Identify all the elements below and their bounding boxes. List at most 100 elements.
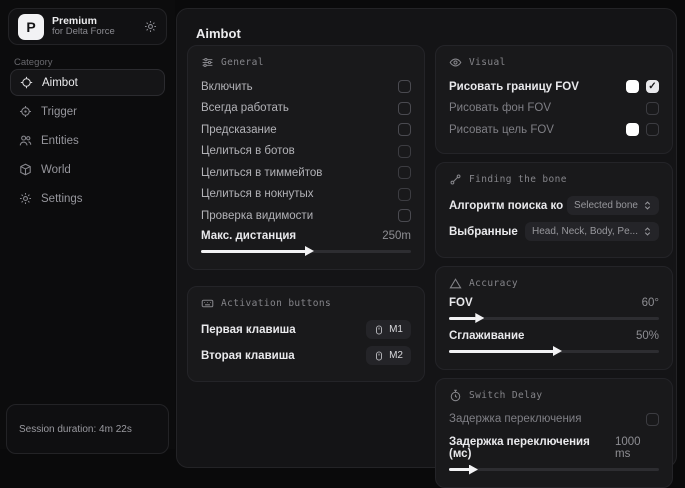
color-swatch[interactable] (626, 123, 639, 136)
selected-bones-select[interactable]: Head, Neck, Body, Pe... (525, 222, 659, 241)
setting-row: Первая клавиша M1 (201, 317, 411, 343)
entities-icon (19, 134, 32, 147)
slider-label: FOV (449, 297, 473, 309)
setting-label: Вторая клавиша (201, 350, 295, 362)
checkbox[interactable]: ✓ (646, 80, 659, 93)
section-title: Switch Delay (469, 390, 542, 401)
slider-thumb[interactable] (475, 313, 484, 323)
bone-algorithm-select[interactable]: Selected bone (567, 196, 659, 215)
visual-card: Visual Рисовать границу FOV ✓ Рисовать ф… (435, 45, 673, 154)
session-duration: Session duration: 4m 22s (19, 424, 132, 435)
switch-delay-card: Switch Delay Задержка переключения Задер… (435, 378, 673, 488)
slider-track[interactable] (449, 350, 659, 353)
slider-value: 250m (382, 230, 411, 242)
setting-row: Предсказание (201, 119, 411, 141)
slider-label: Задержка переключения (мс) (449, 436, 615, 460)
session-box: Session duration: 4m 22s (6, 404, 169, 454)
crosshair-icon (20, 76, 33, 89)
slider-thumb[interactable] (305, 246, 314, 256)
smoothing-slider: Сглаживание 50% (449, 330, 659, 353)
setting-row: Рисовать границу FOV ✓ (449, 76, 659, 98)
setting-row: Целиться в ботов (201, 141, 411, 163)
section-title: Finding the bone (469, 174, 567, 185)
page-title: Aimbot (196, 26, 241, 41)
slider-track[interactable] (449, 468, 659, 471)
checkbox[interactable] (398, 188, 411, 201)
activation-buttons-card: Activation buttons Первая клавиша M1 Вто… (187, 286, 425, 382)
sidebar-item-label: World (41, 164, 71, 176)
checkbox[interactable] (398, 145, 411, 158)
setting-label: Задержка переключения (449, 413, 581, 425)
finding-bone-card: Finding the bone Алгоритм поиска кост Se… (435, 162, 673, 258)
setting-label: Первая клавиша (201, 324, 296, 336)
setting-label: Алгоритм поиска кост (449, 200, 563, 212)
checkbox[interactable] (398, 102, 411, 115)
mouse-icon (374, 351, 384, 361)
keybind-button-2[interactable]: M2 (366, 346, 411, 365)
visual-eye-icon (449, 56, 462, 69)
brand-box: P Premium for Delta Force (8, 8, 167, 45)
setting-row: Алгоритм поиска кост Selected bone (449, 193, 659, 219)
sidebar-item-aimbot[interactable]: Aimbot (10, 69, 165, 96)
trigger-icon (19, 105, 32, 118)
checkbox[interactable] (398, 80, 411, 93)
setting-row: Проверка видимости (201, 205, 411, 227)
color-swatch[interactable] (626, 80, 639, 93)
keyboard-icon (201, 297, 214, 310)
checkbox[interactable] (398, 123, 411, 136)
sidebar-item-label: Settings (41, 193, 83, 205)
setting-label: Целиться в ботов (201, 145, 295, 157)
left-column: General Включить Всегда работать Предска… (187, 45, 425, 382)
sidebar-item-settings[interactable]: Settings (10, 185, 165, 212)
setting-row: Рисовать цель FOV (449, 119, 659, 141)
slider-value: 1000 ms (615, 436, 659, 460)
unfold-icon (643, 227, 652, 236)
setting-label: Выбранные кос (449, 226, 521, 238)
fov-slider: FOV 60° (449, 297, 659, 320)
setting-label: Целиться в тиммейтов (201, 167, 322, 179)
setting-label: Рисовать фон FOV (449, 102, 551, 114)
sidebar-nav: Aimbot Trigger Entities (10, 69, 165, 214)
setting-row: Задержка переключения (449, 409, 659, 431)
slider-label: Сглаживание (449, 330, 524, 342)
setting-row: Включить (201, 76, 411, 98)
setting-row: Целиться в тиммейтов (201, 162, 411, 184)
setting-row: Выбранные кос Head, Neck, Body, Pe... (449, 219, 659, 245)
sidebar-item-label: Entities (41, 135, 79, 147)
right-column: Visual Рисовать границу FOV ✓ Рисовать ф… (435, 45, 673, 488)
checkbox[interactable] (398, 166, 411, 179)
sidebar-item-world[interactable]: World (10, 156, 165, 183)
accuracy-card: Accuracy FOV 60° Сглаживание 50% (435, 266, 673, 370)
settings-gear-icon (19, 192, 32, 205)
checkbox[interactable] (646, 413, 659, 426)
stopwatch-icon (449, 389, 462, 402)
slider-label: Макс. дистанция (201, 230, 296, 242)
brand-logo: P (18, 14, 44, 40)
setting-row: Целиться в нокнутых (201, 184, 411, 206)
select-value: Head, Neck, Body, Pe... (532, 226, 638, 237)
mouse-icon (374, 325, 384, 335)
sidebar-item-trigger[interactable]: Trigger (10, 98, 165, 125)
sidebar-item-entities[interactable]: Entities (10, 127, 165, 154)
slider-track[interactable] (201, 250, 411, 253)
keybind-button-1[interactable]: M1 (366, 320, 411, 339)
keybind-value: M1 (389, 324, 403, 335)
slider-thumb[interactable] (469, 465, 478, 475)
slider-thumb[interactable] (553, 346, 562, 356)
setting-label: Рисовать цель FOV (449, 124, 554, 136)
gear-icon[interactable] (144, 20, 157, 33)
select-value: Selected bone (574, 200, 638, 211)
world-icon (19, 163, 32, 176)
brand-subtitle: for Delta Force (52, 27, 136, 38)
checkbox[interactable] (398, 209, 411, 222)
setting-row: Вторая клавиша M2 (201, 343, 411, 369)
checkbox[interactable] (646, 123, 659, 136)
unfold-icon (643, 201, 652, 210)
general-card: General Включить Всегда работать Предска… (187, 45, 425, 270)
checkbox[interactable] (646, 102, 659, 115)
max-distance-slider: Макс. дистанция 250m (201, 230, 411, 253)
slider-track[interactable] (449, 317, 659, 320)
section-title: Accuracy (469, 278, 518, 289)
slider-value: 50% (636, 330, 659, 342)
sliders-icon (201, 56, 214, 69)
